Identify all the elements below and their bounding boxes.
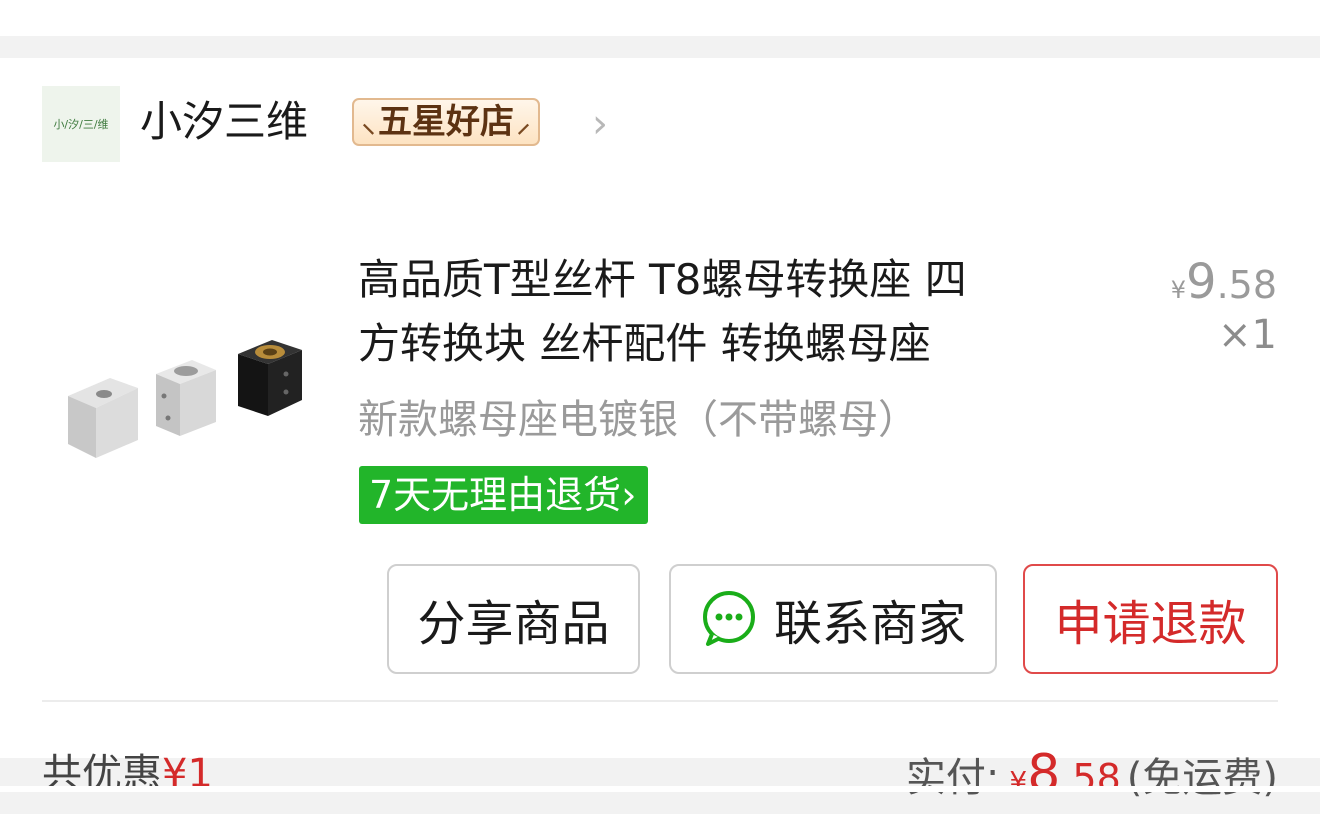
five-star-shop-badge: ⸜ 五星好店 ⸝ xyxy=(352,98,541,146)
contact-seller-button[interactable]: 联系商家 xyxy=(669,564,997,674)
laurel-right-icon: ⸝ xyxy=(517,109,531,139)
product-title-line-1[interactable]: 高品质T型丝杆 T8螺母转换座 四 xyxy=(358,252,967,308)
bottom-spacer xyxy=(0,786,1320,792)
chevron-right-icon[interactable]: › xyxy=(592,104,608,144)
product-spec: 新款螺母座电镀银（不带螺母） xyxy=(358,397,918,443)
shop-name[interactable]: 小汐三维 xyxy=(140,94,308,150)
return-tag-chevron-icon: › xyxy=(621,473,637,517)
apply-refund-button[interactable]: 申请退款 xyxy=(1023,564,1278,674)
top-spacer xyxy=(0,0,1320,36)
paid-total: 实付: ¥8.58 (免运费) xyxy=(906,742,1278,814)
silver-block-medium xyxy=(156,360,216,436)
shop-logo[interactable]: 小/汐/三/维 xyxy=(42,86,120,162)
paid-integer: 8 xyxy=(1027,744,1061,804)
seven-day-return-tag[interactable]: 7天无理由退货› xyxy=(359,466,649,524)
product-image[interactable] xyxy=(58,278,314,468)
paid-label: 实付: xyxy=(905,755,1000,801)
black-block-with-nut xyxy=(238,340,302,416)
silver-block-large xyxy=(68,378,138,458)
share-button-label: 分享商品 xyxy=(417,596,610,652)
contact-button-label: 联系商家 xyxy=(773,596,966,652)
quantity: ×1 xyxy=(1218,312,1277,358)
shop-logo-text: 小/汐/三/维 xyxy=(53,118,109,131)
order-card: 小/汐/三/维 小汐三维 ⸜ 五星好店 ⸝ › 高品质T型丝杆 T8螺母转换座 … xyxy=(0,58,1320,804)
unit-price-decimal: .58 xyxy=(1216,263,1277,307)
discount-summary: 共优惠¥1 xyxy=(42,746,213,802)
product-title-line-2[interactable]: 方转换块 丝杆配件 转换螺母座 xyxy=(358,316,931,372)
refund-button-label: 申请退款 xyxy=(1054,596,1247,652)
unit-price-currency: ¥ xyxy=(1170,276,1187,304)
divider xyxy=(42,700,1278,702)
paid-currency: ¥ xyxy=(1009,765,1028,798)
chat-bubble-icon xyxy=(702,591,755,646)
unit-price-integer: 9 xyxy=(1186,254,1217,310)
paid-decimal: .58 xyxy=(1060,756,1121,800)
return-tag-label: 7天无理由退货 xyxy=(369,473,622,517)
shipping-note: (免运费) xyxy=(1126,755,1278,801)
unit-price: ¥9.58 xyxy=(1171,254,1277,310)
share-product-button[interactable]: 分享商品 xyxy=(387,564,640,674)
badge-label: 五星好店 xyxy=(378,102,515,142)
laurel-left-icon: ⸜ xyxy=(362,109,376,139)
